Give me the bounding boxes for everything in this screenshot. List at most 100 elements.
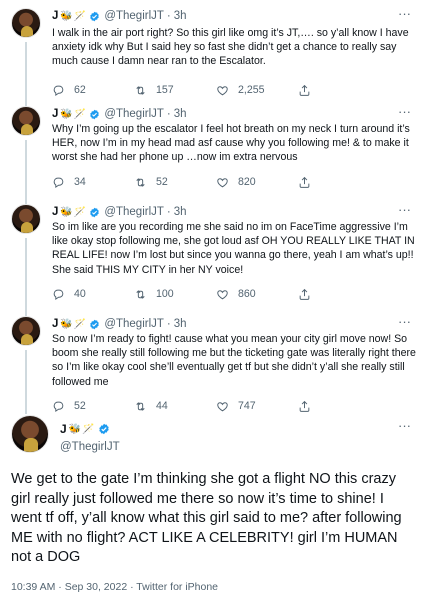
verified-badge-icon — [90, 207, 100, 217]
tweet[interactable]: J 🐝🪄 @ThegirlJT · 3h ··· Why I’m going u… — [0, 105, 425, 204]
reply-icon — [53, 177, 64, 188]
author-name[interactable]: J — [52, 108, 58, 120]
share-icon — [299, 176, 310, 188]
retweet-button[interactable]: 44 — [134, 400, 168, 413]
like-count: 747 — [238, 400, 256, 412]
dot-separator: · — [166, 10, 171, 22]
like-icon — [217, 85, 228, 95]
avatar[interactable] — [11, 204, 41, 234]
retweet-icon — [136, 401, 145, 411]
author-handle[interactable]: @ThegirlJT — [104, 10, 164, 22]
like-button[interactable]: 860 — [216, 288, 256, 301]
avatar[interactable] — [11, 316, 41, 346]
like-icon — [217, 177, 228, 187]
reply-icon — [53, 401, 64, 412]
retweet-button[interactable]: 157 — [134, 84, 174, 97]
author-handle[interactable]: @ThegirlJT — [104, 318, 164, 330]
reply-button[interactable]: 40 — [52, 288, 86, 301]
thread-line — [25, 140, 27, 204]
tweet[interactable]: J 🐝🪄 @ThegirlJT · 3h ··· So now I’m read… — [0, 315, 425, 416]
like-count: 2,255 — [238, 84, 265, 96]
tweet-header: J 🐝🪄 @ThegirlJT · 3h — [52, 316, 187, 332]
retweet-icon — [136, 177, 145, 187]
retweet-button[interactable]: 100 — [134, 288, 174, 301]
tweet-text: I walk in the air port right? So this gi… — [52, 27, 409, 68]
main-tweet-text: We get to the gate I’m thinking she got … — [11, 471, 402, 566]
thread-line — [25, 42, 27, 108]
tweet-text: Why I’m going up the escalator I feel ho… — [52, 123, 410, 164]
tweet-time[interactable]: 3h — [174, 318, 187, 330]
like-icon — [217, 401, 228, 411]
tweet-actions: 52 44 747 — [52, 398, 392, 414]
tweet[interactable]: J 🐝🪄 @ThegirlJT · 3h ··· So im like are … — [0, 203, 425, 316]
share-button[interactable] — [298, 84, 320, 97]
author-emoji: 🐝🪄 — [60, 318, 88, 330]
thread-line — [25, 350, 27, 414]
reply-button[interactable]: 34 — [52, 176, 86, 189]
reply-button[interactable]: 52 — [52, 400, 86, 413]
author-handle[interactable]: @ThegirlJT — [104, 108, 164, 120]
reply-count: 40 — [74, 288, 86, 300]
share-icon — [299, 400, 310, 412]
author-name[interactable]: J — [52, 10, 58, 22]
author-handle[interactable]: @ThegirlJT — [60, 441, 120, 453]
more-icon[interactable]: ··· — [398, 419, 411, 432]
tweet-actions: 62 157 2,255 — [52, 82, 392, 98]
author-name[interactable]: J — [52, 206, 58, 218]
reply-count: 62 — [74, 84, 86, 96]
avatar[interactable] — [11, 415, 49, 453]
tweet-time[interactable]: 3h — [174, 108, 187, 120]
retweet-icon — [136, 289, 145, 299]
like-count: 860 — [238, 288, 256, 300]
author-handle[interactable]: @ThegirlJT — [104, 206, 164, 218]
reply-count: 52 — [74, 400, 86, 412]
retweet-count: 52 — [156, 176, 168, 188]
more-icon[interactable]: ··· — [398, 105, 411, 118]
retweet-count: 44 — [156, 400, 168, 412]
reply-button[interactable]: 62 — [52, 84, 86, 97]
tweet-header: J 🐝🪄 @ThegirlJT · 3h — [52, 8, 187, 24]
retweet-icon — [136, 85, 145, 95]
share-icon — [299, 84, 310, 96]
verified-badge-icon — [90, 109, 100, 119]
reply-icon — [53, 85, 64, 96]
main-tweet-author: J 🐝🪄 — [60, 422, 110, 436]
tweet-text: So now I’m ready to fight! cause what yo… — [52, 333, 416, 388]
reply-count: 34 — [74, 176, 86, 188]
tweet-time[interactable]: 3h — [174, 206, 187, 218]
dot-separator: · — [166, 108, 171, 120]
thread-line — [25, 238, 27, 316]
tweet-time[interactable]: 3h — [174, 10, 187, 22]
author-emoji: 🐝🪄 — [68, 423, 96, 435]
more-icon[interactable]: ··· — [398, 315, 411, 328]
author-name[interactable]: J — [52, 318, 58, 330]
share-icon — [299, 288, 310, 300]
like-button[interactable]: 747 — [216, 400, 256, 413]
share-button[interactable] — [298, 288, 320, 301]
tweet-header: J 🐝🪄 @ThegirlJT · 3h — [52, 106, 187, 122]
like-button[interactable]: 820 — [216, 176, 256, 189]
share-button[interactable] — [298, 176, 320, 189]
author-name[interactable]: J — [60, 422, 67, 436]
avatar[interactable] — [11, 106, 41, 136]
retweet-count: 157 — [156, 84, 174, 96]
retweet-count: 100 — [156, 288, 174, 300]
like-icon — [217, 289, 228, 299]
more-icon[interactable]: ··· — [398, 203, 411, 216]
like-count: 820 — [238, 176, 256, 188]
like-button[interactable]: 2,255 — [216, 84, 265, 97]
tweet[interactable]: J 🐝🪄 @ThegirlJT · 3h ··· I walk in the a… — [0, 7, 425, 108]
tweet-actions: 34 52 820 — [52, 174, 392, 190]
verified-badge-icon — [98, 423, 109, 435]
verified-badge-icon — [90, 11, 100, 21]
reply-icon — [53, 289, 64, 300]
avatar[interactable] — [11, 8, 41, 38]
author-emoji: 🐝🪄 — [60, 206, 88, 218]
tweet-timestamp[interactable]: 10:39 AM · Sep 30, 2022 · Twitter for iP… — [11, 581, 218, 593]
dot-separator: · — [166, 206, 171, 218]
more-icon[interactable]: ··· — [398, 7, 411, 20]
author-emoji: 🐝🪄 — [60, 108, 88, 120]
share-button[interactable] — [298, 400, 320, 413]
tweet-header: J 🐝🪄 @ThegirlJT · 3h — [52, 204, 187, 220]
retweet-button[interactable]: 52 — [134, 176, 168, 189]
